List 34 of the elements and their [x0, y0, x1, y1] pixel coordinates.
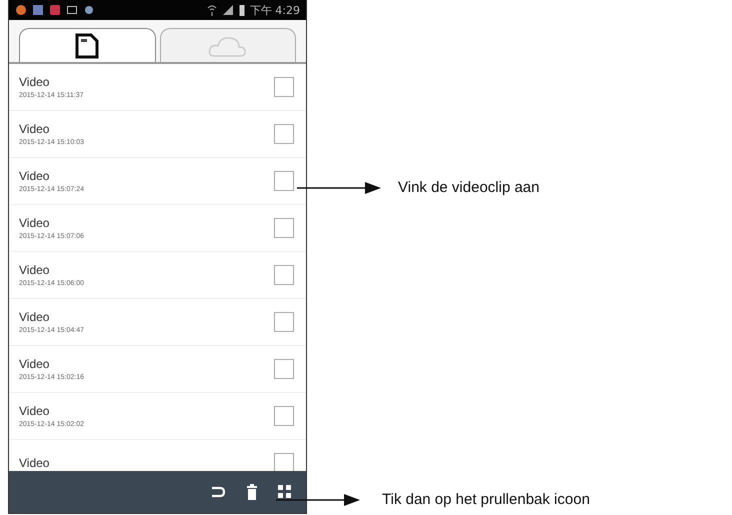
signal-icon: [222, 4, 234, 16]
video-title: Video: [19, 357, 50, 371]
video-title: Video: [19, 216, 50, 230]
checkbox[interactable]: [274, 406, 294, 426]
video-title: Video: [19, 169, 50, 183]
video-title: Video: [19, 263, 50, 277]
trash-icon[interactable]: [246, 484, 258, 500]
app-icon: [49, 4, 61, 16]
checkbox[interactable]: [274, 312, 294, 332]
instruction-text: Tik dan op het prullenbak icoon: [382, 491, 590, 508]
sd-card-icon: [74, 32, 100, 58]
status-time: 下午 4:29: [250, 2, 300, 18]
tab[interactable]: [19, 28, 156, 62]
checkbox[interactable]: [274, 124, 294, 144]
circle-icon: [83, 4, 95, 16]
grid-icon[interactable]: [278, 485, 292, 499]
notification-dot-icon: [15, 4, 27, 16]
screen-icon: [66, 4, 78, 16]
video-title: Video: [19, 310, 50, 324]
instruction-text: Vink de videoclip aan: [398, 179, 540, 196]
undo-icon[interactable]: [210, 485, 226, 499]
checkbox[interactable]: [274, 265, 294, 285]
arrow-icon: [297, 180, 381, 194]
checkbox[interactable]: [274, 359, 294, 379]
video-title: Video: [19, 404, 50, 418]
video-title: Video: [19, 75, 50, 89]
arrow-icon: [276, 492, 360, 506]
checkbox[interactable]: [274, 171, 294, 191]
checkbox[interactable]: [274, 77, 294, 97]
wifi-icon: [206, 4, 217, 16]
video-title: Video: [19, 122, 50, 136]
video-title: Video: [19, 456, 50, 470]
battery-icon: [238, 4, 245, 16]
checkbox[interactable]: [274, 218, 294, 238]
